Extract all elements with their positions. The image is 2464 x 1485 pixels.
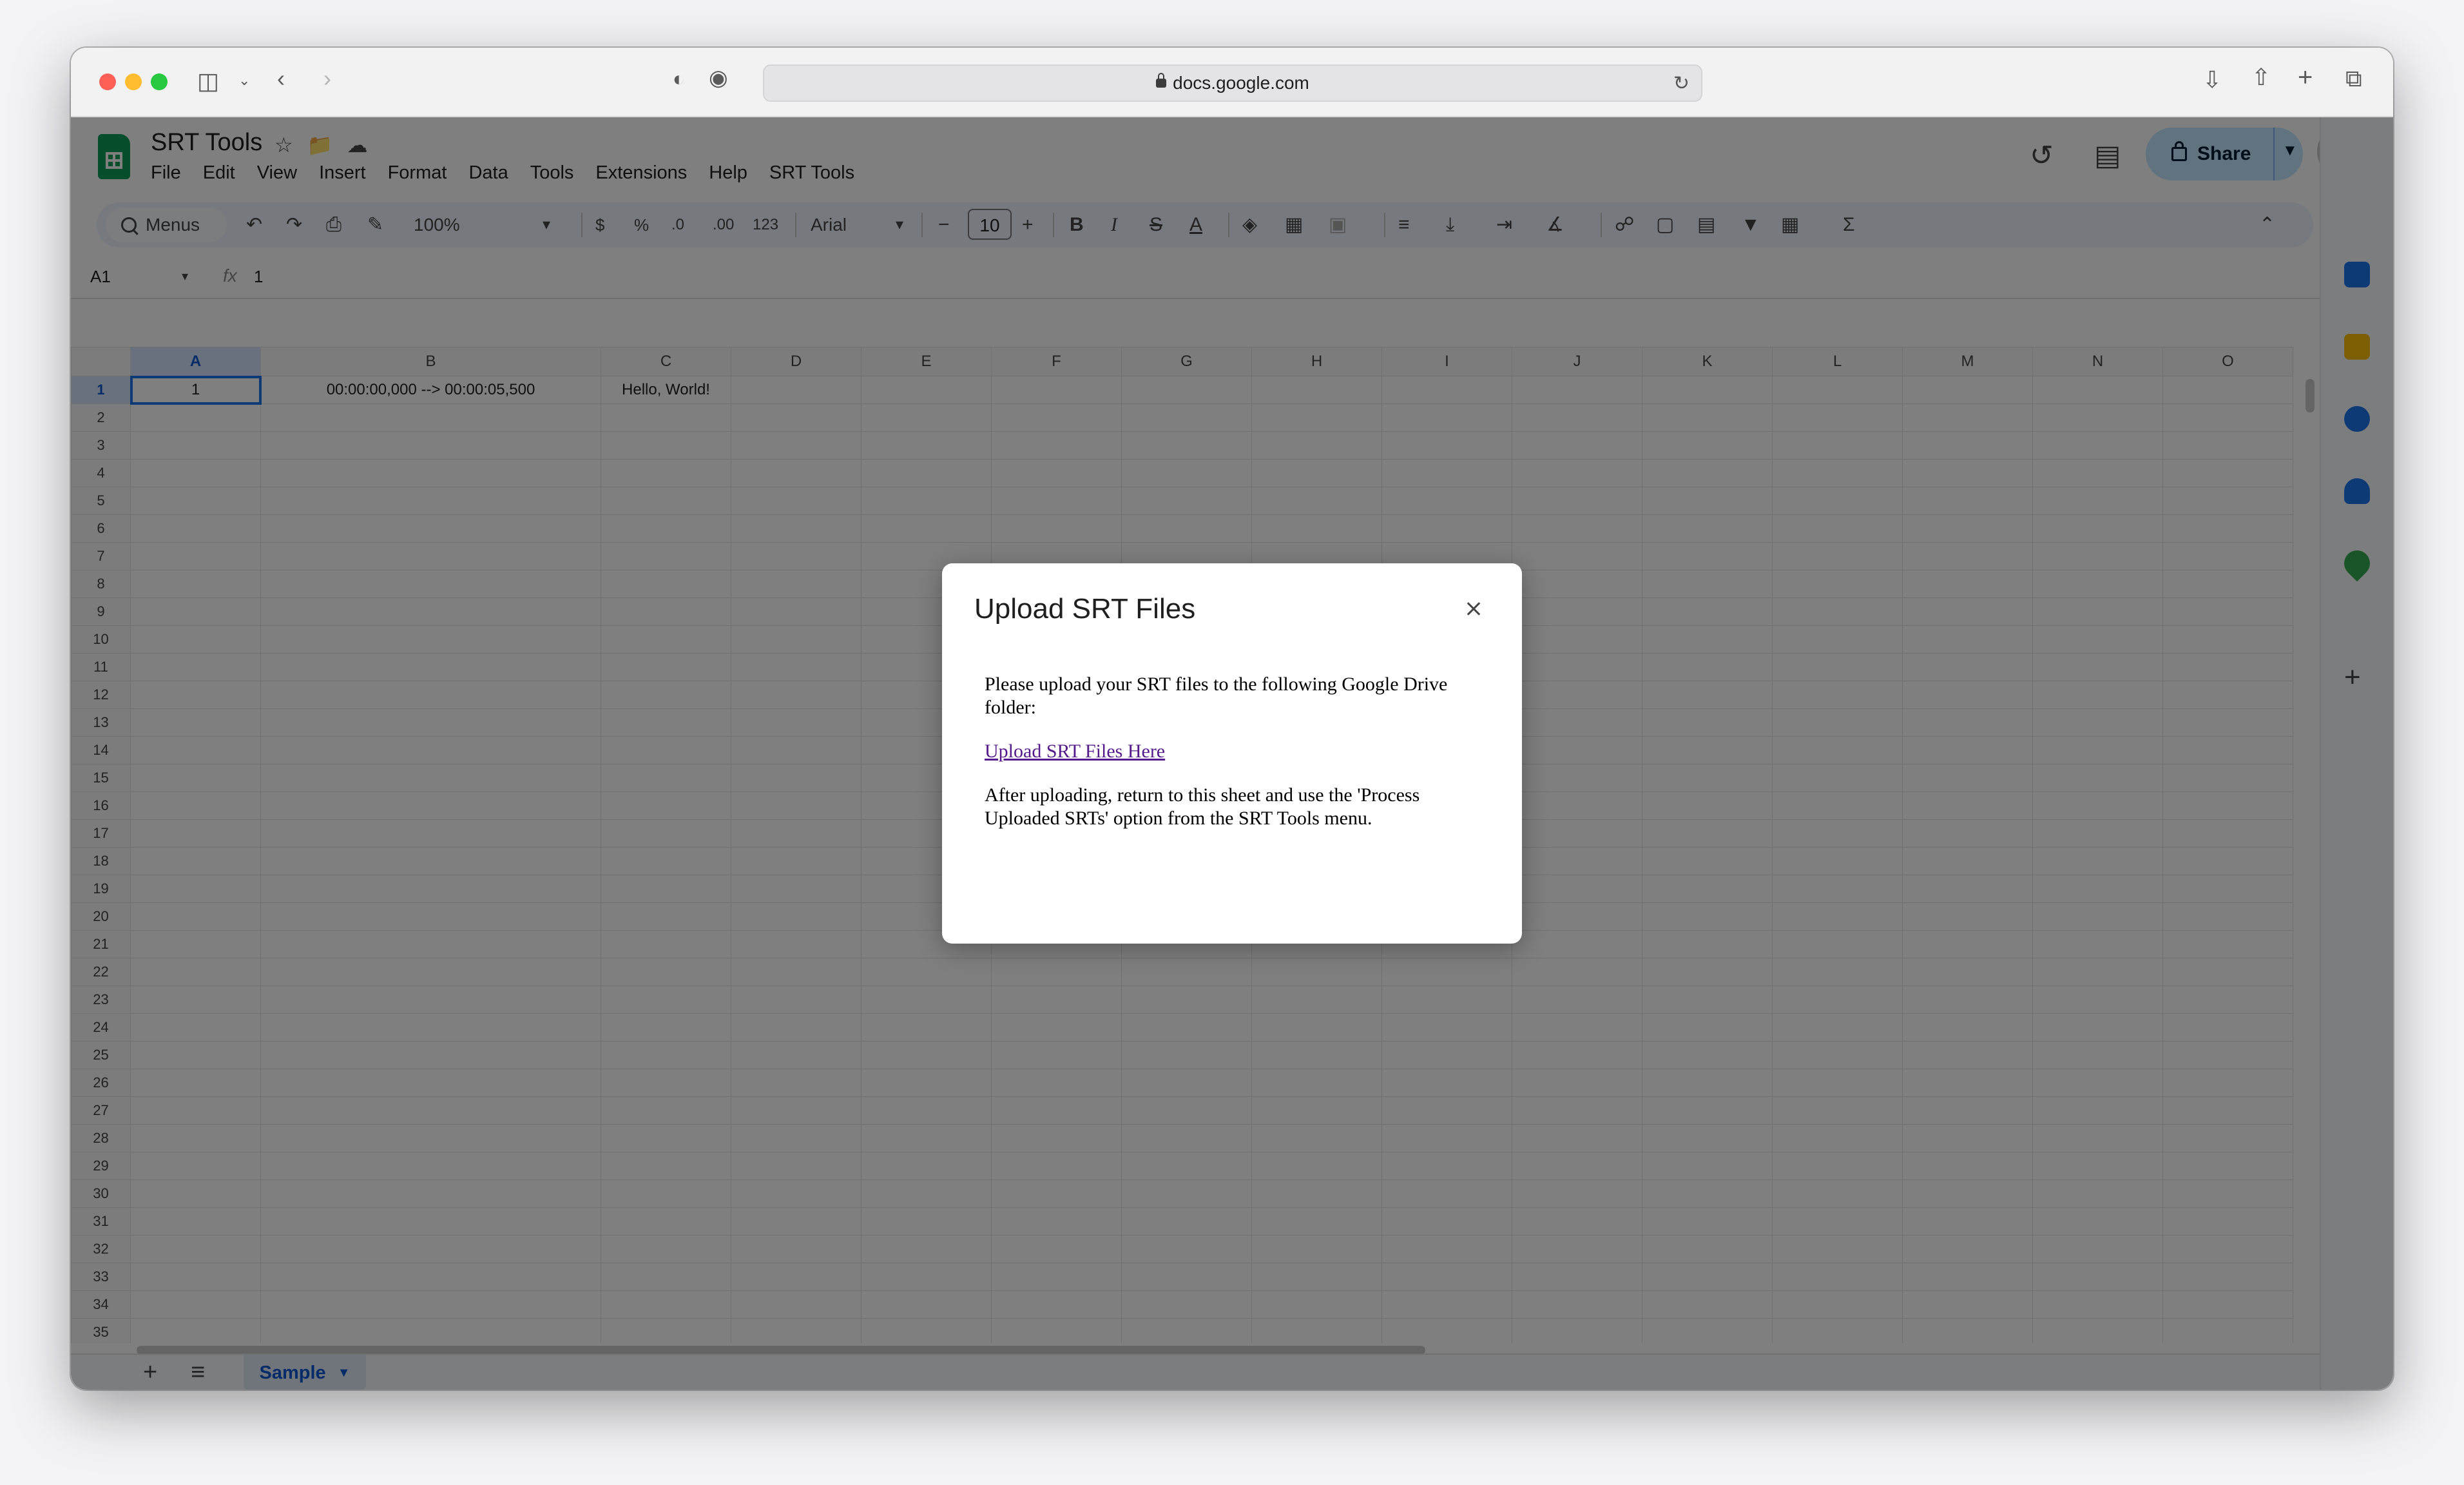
new-tab-icon[interactable]: + [2298, 64, 2313, 90]
share-page-icon[interactable]: ⇧ [2251, 66, 2271, 89]
reload-icon[interactable]: ↻ [1673, 72, 1689, 95]
url-text: docs.google.com [1173, 73, 1309, 93]
address-bar[interactable]: docs.google.com ↻ [763, 64, 1702, 102]
back-icon[interactable]: ‹ [277, 67, 285, 90]
browser-toolbar: ◫ ⌄ ‹ › ◐ ◉ docs.google.com ↻ ⇩ ⇧ + ⧉ [71, 48, 2393, 117]
upload-srt-dialog: Upload SRT Files Please upload your SRT … [942, 563, 1522, 944]
dialog-body: Please upload your SRT files to the foll… [985, 673, 1494, 851]
zoom-window-button[interactable] [151, 73, 168, 90]
chevron-down-icon[interactable]: ⌄ [238, 73, 250, 88]
tab-overview-icon[interactable]: ⧉ [2345, 67, 2362, 90]
upload-link[interactable]: Upload SRT Files Here [985, 741, 1165, 762]
close-icon[interactable] [1458, 593, 1488, 624]
minimize-window-button[interactable] [125, 73, 142, 90]
forward-icon[interactable]: › [323, 67, 331, 90]
sidebar-toggle-icon[interactable]: ◫ [197, 70, 219, 93]
privacy-shield-icon[interactable]: ◐ [673, 68, 685, 89]
extension-icon[interactable]: ◉ [709, 67, 728, 89]
dialog-outro: After uploading, return to this sheet an… [985, 784, 1420, 829]
downloads-icon[interactable]: ⇩ [2202, 68, 2222, 92]
dialog-intro: Please upload your SRT files to the foll… [985, 674, 1448, 718]
dialog-title: Upload SRT Files [974, 593, 1196, 625]
browser-window: ◫ ⌄ ‹ › ◐ ◉ docs.google.com ↻ ⇩ ⇧ + ⧉ SR… [71, 48, 2393, 1390]
close-window-button[interactable] [99, 73, 116, 90]
lock-icon [1156, 73, 1167, 88]
